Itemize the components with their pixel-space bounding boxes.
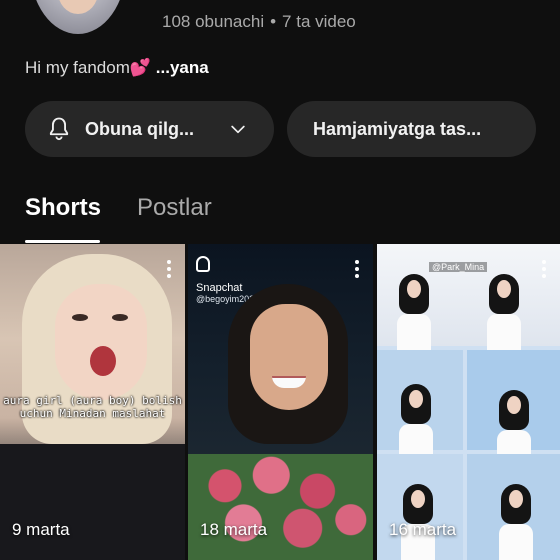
short-caption-overlay: aura girl (aura boy) bolish uchun Minada… <box>3 394 182 420</box>
thumbnail-figure-face <box>55 284 147 400</box>
subscribed-label: Obuna qilg... <box>85 118 194 139</box>
heart-emoji: 💕 <box>129 58 152 77</box>
thumbnail-figure-eye <box>72 314 88 321</box>
description-text: Hi my fandom <box>25 58 130 77</box>
collage-cell <box>377 244 560 354</box>
description-more-link[interactable]: ...yana <box>151 58 209 77</box>
thumbnail-figure-eye <box>112 314 128 321</box>
collage-figure <box>487 274 521 354</box>
channel-stats: 108 obunachi • 7 ta video <box>162 12 356 32</box>
subscribed-button[interactable]: Obuna qilg... <box>25 101 274 157</box>
more-vert-icon[interactable] <box>167 260 171 281</box>
collage-cell <box>377 454 463 560</box>
stats-separator: • <box>270 12 277 31</box>
channel-description[interactable]: Hi my fandom💕 ...yana <box>25 58 209 78</box>
collage-figure <box>499 484 533 560</box>
snapchat-label: Snapchat <box>196 282 243 294</box>
thumbnail-figure-face <box>250 304 328 410</box>
collage-cell <box>377 350 463 464</box>
thumbnail-flower-bouquet <box>188 454 373 560</box>
watermark-handle: @Park_Mina <box>429 262 488 272</box>
short-view-count: 16 marta <box>389 520 457 539</box>
join-community-label: Hamjamiyatga tas... <box>313 118 482 139</box>
bell-icon <box>49 117 69 141</box>
thumbnail-figure-mouth <box>90 346 116 376</box>
shorts-grid: aura girl (aura boy) bolish uchun Minada… <box>0 244 560 560</box>
subscriber-count: 108 obunachi <box>162 12 265 31</box>
join-community-button[interactable]: Hamjamiyatga tas... <box>287 101 536 157</box>
channel-tabs: Shorts Postlar <box>0 180 560 244</box>
chevron-down-icon[interactable] <box>228 119 248 139</box>
selected-tab-indicator <box>25 240 100 243</box>
more-vert-icon[interactable] <box>542 260 546 281</box>
more-vert-icon[interactable] <box>355 260 359 281</box>
thumbnail-figure-shirt <box>0 444 185 560</box>
collage-figure <box>397 274 431 354</box>
collage-figure <box>399 384 433 464</box>
video-count: 7 ta video <box>282 12 356 31</box>
snapchat-icon <box>196 256 210 272</box>
channel-avatar[interactable] <box>30 0 126 34</box>
short-thumbnail[interactable]: @Park_Mina 16 marta <box>377 244 560 560</box>
short-view-count: 18 marta <box>200 520 268 539</box>
collage-cell <box>467 454 560 560</box>
short-thumbnail[interactable]: Snapchat @begoyim20243155 18 marta <box>188 244 373 560</box>
avatar-face <box>58 0 98 14</box>
short-thumbnail[interactable]: aura girl (aura boy) bolish uchun Minada… <box>0 244 185 560</box>
tab-shorts[interactable]: Shorts <box>25 194 101 222</box>
short-view-count: 9 marta <box>12 520 70 539</box>
collage-cell <box>467 350 560 470</box>
tab-posts[interactable]: Postlar <box>137 194 212 222</box>
